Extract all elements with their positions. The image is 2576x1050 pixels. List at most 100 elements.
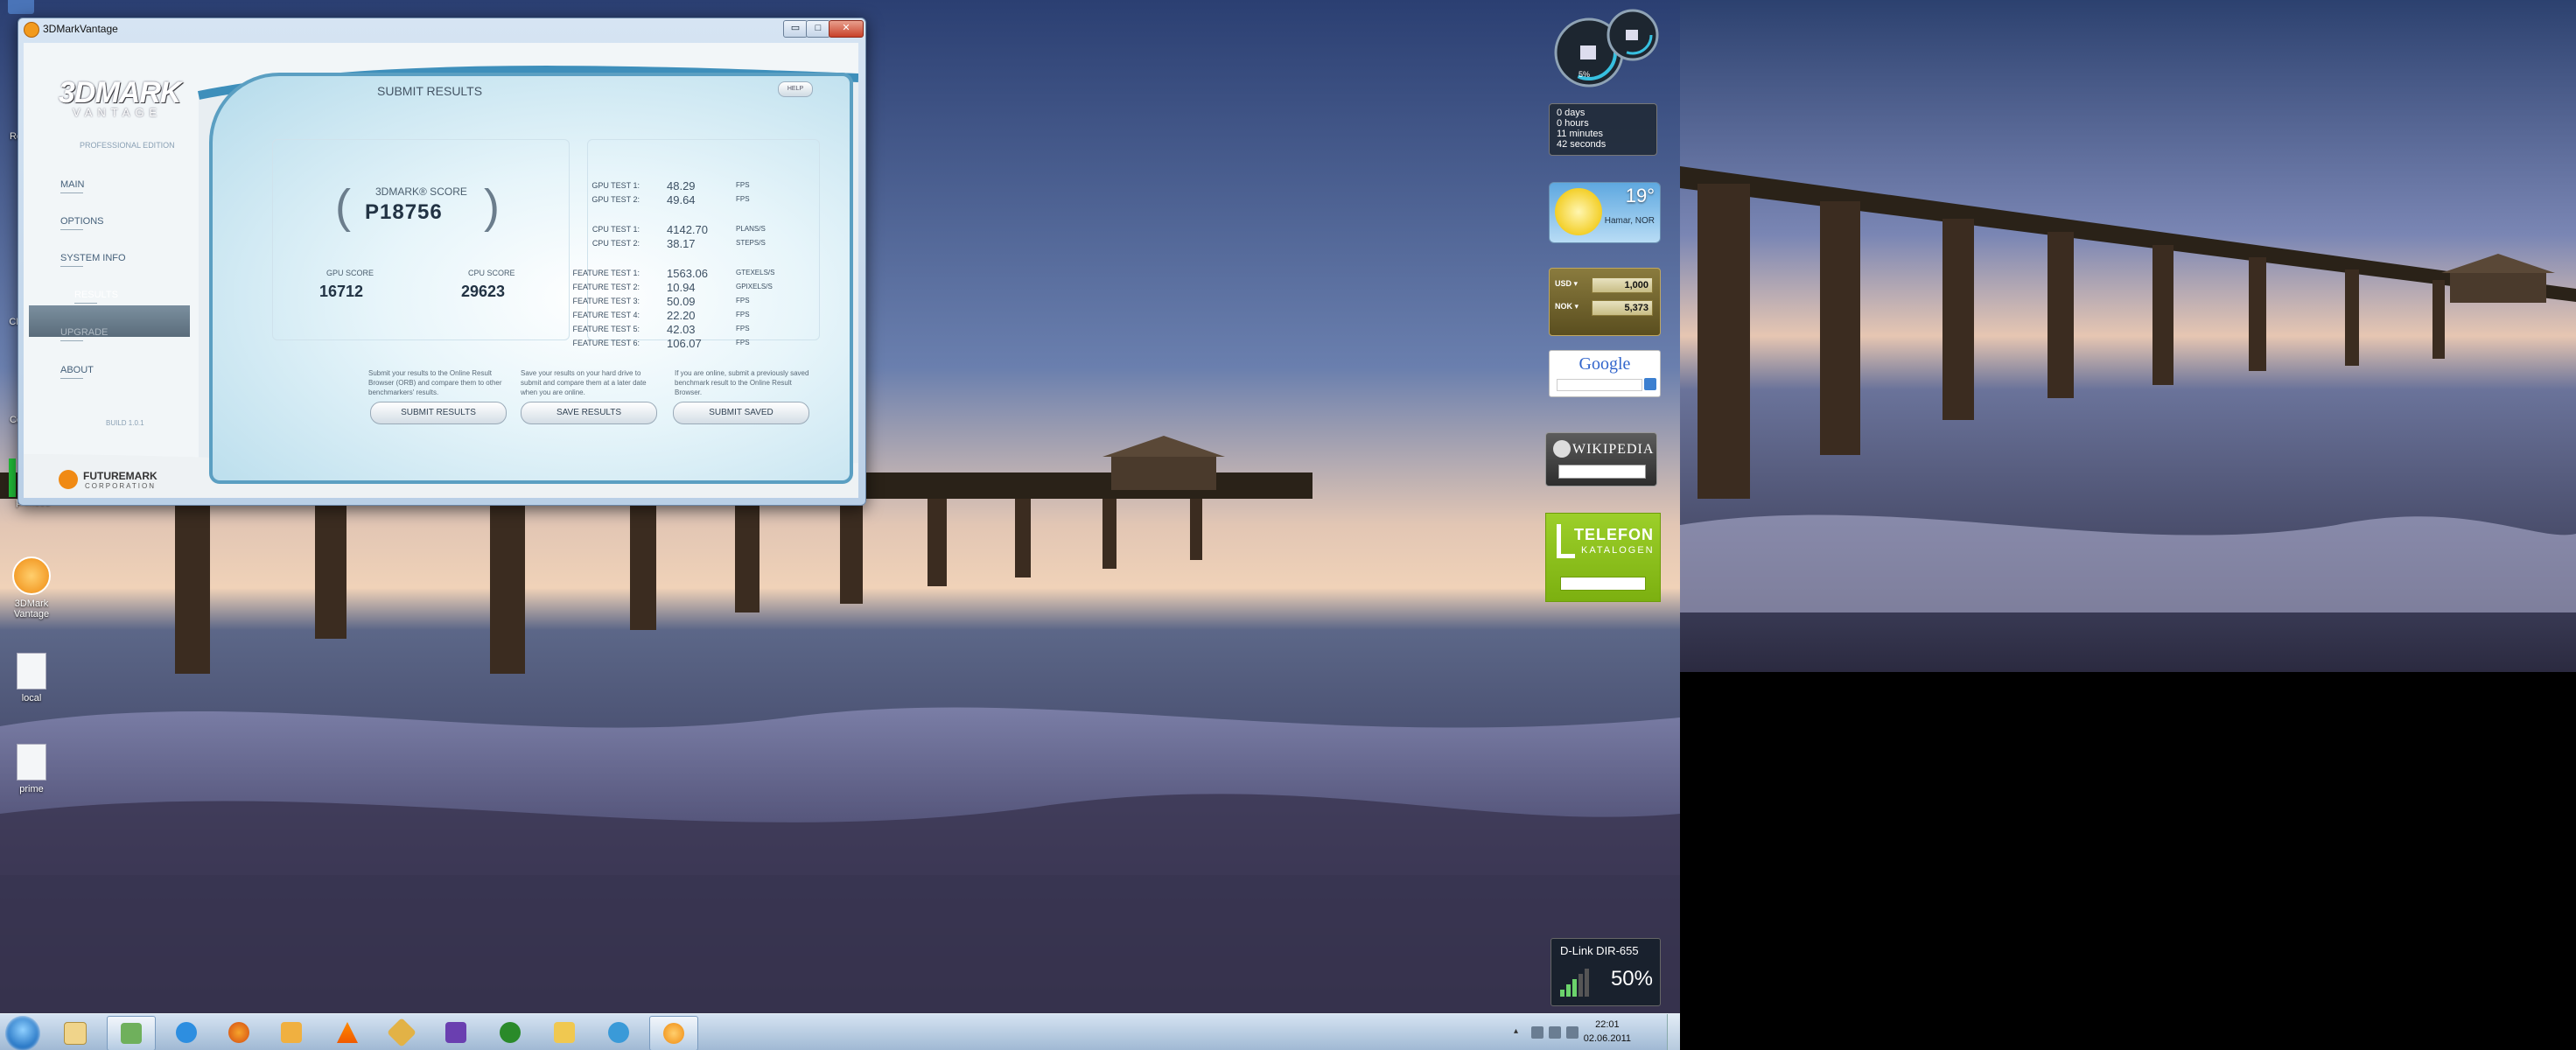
currency-value[interactable]: 5,373 bbox=[1592, 300, 1653, 316]
tray-app-icon[interactable] bbox=[1531, 1026, 1544, 1039]
taskbar-tool[interactable] bbox=[378, 1016, 425, 1049]
test-unit: FPS bbox=[736, 297, 750, 304]
google-search-input[interactable] bbox=[1557, 379, 1642, 391]
cpu-score-label: CPU SCORE bbox=[468, 269, 515, 277]
cpu-meter-value: 5% bbox=[1578, 70, 1591, 79]
submit-saved-description: If you are online, submit a previously s… bbox=[675, 369, 809, 396]
score-bracket-left: ( bbox=[335, 180, 351, 233]
score-box bbox=[272, 139, 570, 340]
futuremark-logo-icon bbox=[59, 470, 78, 489]
folder-icon bbox=[554, 1022, 575, 1043]
show-desktop-button[interactable] bbox=[1667, 1014, 1680, 1050]
taskbar-3dmark-vantage[interactable] bbox=[649, 1016, 698, 1050]
wikipedia-search-input[interactable] bbox=[1558, 465, 1646, 479]
taskbar-folder[interactable] bbox=[541, 1016, 588, 1049]
nav-options[interactable]: OPTIONS bbox=[60, 216, 104, 230]
nav-label: SYSTEM INFO bbox=[60, 253, 126, 263]
weather-gadget[interactable]: 19° Hamar, NOR bbox=[1549, 182, 1661, 243]
nav-system-info[interactable]: SYSTEM INFO bbox=[60, 253, 126, 267]
app-icon bbox=[8, 0, 34, 14]
test-name: FEATURE TEST 6: bbox=[572, 339, 640, 347]
test-unit: FPS bbox=[736, 311, 750, 318]
telefon-search-input[interactable] bbox=[1560, 577, 1646, 591]
gpu-score-value: 16712 bbox=[319, 283, 364, 300]
search-icon[interactable] bbox=[1644, 378, 1656, 390]
maximize-button[interactable]: □ bbox=[806, 20, 830, 38]
nav-underline bbox=[74, 303, 97, 304]
test-name: CPU TEST 2: bbox=[592, 239, 640, 248]
uptime-gadget[interactable]: 0 days 0 hours 11 minutes 42 seconds bbox=[1549, 103, 1657, 156]
wikipedia-gadget[interactable]: WIKIPEDIA bbox=[1545, 432, 1657, 486]
test-value: 10.94 bbox=[667, 281, 696, 294]
system-tray: ▴ 22:01 02.06.2011 bbox=[1505, 1014, 1680, 1050]
cpuz-icon bbox=[445, 1022, 466, 1043]
futuremark-logo-text: FUTUREMARK bbox=[83, 470, 158, 482]
taskbar-control-panel[interactable] bbox=[107, 1016, 156, 1050]
control-panel-icon bbox=[121, 1023, 142, 1044]
start-button[interactable] bbox=[5, 1016, 40, 1050]
taskbar-vlc[interactable] bbox=[324, 1016, 371, 1049]
taskbar-explorer[interactable] bbox=[51, 1016, 98, 1049]
cpu-meter-gadget[interactable]: 5% bbox=[1549, 7, 1659, 88]
currency-row-nok[interactable]: NOK ▾ 5,373 bbox=[1555, 300, 1655, 316]
taskbar-clock[interactable]: 22:01 02.06.2011 bbox=[1584, 1018, 1631, 1046]
katalogen-subtitle: KATALOGEN bbox=[1581, 545, 1655, 556]
test-value: 4142.70 bbox=[667, 223, 708, 236]
test-value: 49.64 bbox=[667, 193, 696, 206]
window-titlebar[interactable]: 3DMarkVantage ▭ □ ✕ bbox=[18, 18, 865, 39]
telefonkatalogen-gadget[interactable]: TELEFON KATALOGEN bbox=[1545, 513, 1661, 602]
3dmark-window[interactable]: 3DMarkVantage ▭ □ ✕ 3DMARK VANTAGE PROFE… bbox=[18, 18, 866, 506]
wifi-signal-percent: 50% bbox=[1610, 967, 1653, 990]
submit-saved-button[interactable]: SUBMIT SAVED bbox=[673, 402, 809, 424]
window-title: 3DMarkVantage bbox=[43, 23, 118, 35]
page-title: SUBMIT RESULTS bbox=[377, 84, 483, 98]
test-name: FEATURE TEST 4: bbox=[572, 311, 640, 319]
taskbar-cpuz[interactable] bbox=[432, 1016, 480, 1049]
taskbar-firefox[interactable] bbox=[215, 1016, 262, 1049]
test-name: FEATURE TEST 1: bbox=[572, 269, 640, 277]
sun-icon bbox=[1555, 188, 1602, 235]
explorer-icon bbox=[64, 1022, 87, 1045]
desktop-icon-3dmark-vantage[interactable]: 3DMark Vantage bbox=[7, 556, 56, 620]
telefonkatalogen-icon bbox=[1557, 524, 1575, 558]
gpu-score-label: GPU SCORE bbox=[326, 269, 374, 277]
desktop-left[interactable]: C Re CP Co prime95 3DMark Vantage local … bbox=[0, 0, 1680, 1050]
network-tray-icon[interactable] bbox=[1549, 1026, 1561, 1039]
close-button[interactable]: ✕ bbox=[829, 20, 864, 38]
taskbar-utorrent[interactable] bbox=[486, 1016, 534, 1049]
submit-results-button[interactable]: SUBMIT RESULTS bbox=[370, 402, 507, 424]
google-search-gadget[interactable]: Google bbox=[1549, 350, 1661, 397]
wifi-signal-gadget[interactable]: D-Link DIR-655 50% bbox=[1550, 938, 1661, 1006]
test-unit: FPS bbox=[736, 181, 750, 189]
volume-icon[interactable] bbox=[1566, 1026, 1578, 1039]
taskbar-media-player[interactable] bbox=[268, 1016, 315, 1049]
desktop-right bbox=[1680, 0, 2576, 1050]
save-results-button[interactable]: SAVE RESULTS bbox=[521, 402, 657, 424]
show-hidden-icons-arrow-icon[interactable]: ▴ bbox=[1514, 1026, 1521, 1039]
desktop-icon-local[interactable]: local bbox=[7, 653, 56, 704]
futuremark-icon bbox=[663, 1023, 684, 1044]
nav-about[interactable]: ABOUT bbox=[60, 365, 94, 379]
test-unit: GTEXELS/S bbox=[736, 269, 775, 276]
score-bracket-right: ) bbox=[484, 180, 500, 233]
help-button[interactable]: HELP bbox=[778, 81, 813, 97]
minimize-button[interactable]: ▭ bbox=[783, 20, 808, 38]
build-label: BUILD 1.0.1 bbox=[106, 419, 144, 427]
vlc-cone-icon bbox=[337, 1022, 358, 1043]
taskbar-internet-explorer[interactable] bbox=[163, 1016, 210, 1049]
currency-value[interactable]: 1,000 bbox=[1592, 277, 1653, 293]
taskbar-network[interactable] bbox=[595, 1016, 642, 1049]
uptime-minutes: 11 minutes bbox=[1557, 129, 1603, 139]
nav-results[interactable]: RESULTS bbox=[74, 290, 118, 304]
nav-main[interactable]: MAIN bbox=[60, 179, 85, 193]
save-results-description: Save your results on your hard drive to … bbox=[521, 369, 647, 396]
utorrent-icon bbox=[500, 1022, 521, 1043]
nav-upgrade: UPGRADE bbox=[60, 327, 108, 341]
desktop-icon-prime[interactable]: prime bbox=[7, 744, 56, 794]
cpu-meter-dials-icon bbox=[1554, 9, 1659, 88]
currency-code[interactable]: NOK ▾ bbox=[1555, 302, 1578, 312]
currency-row-usd[interactable]: USD ▾ 1,000 bbox=[1555, 277, 1655, 293]
currency-gadget[interactable]: USD ▾ 1,000 NOK ▾ 5,373 bbox=[1549, 268, 1661, 336]
currency-code[interactable]: USD ▾ bbox=[1555, 279, 1578, 289]
submit-results-description: Submit your results to the Online Result… bbox=[368, 369, 502, 396]
